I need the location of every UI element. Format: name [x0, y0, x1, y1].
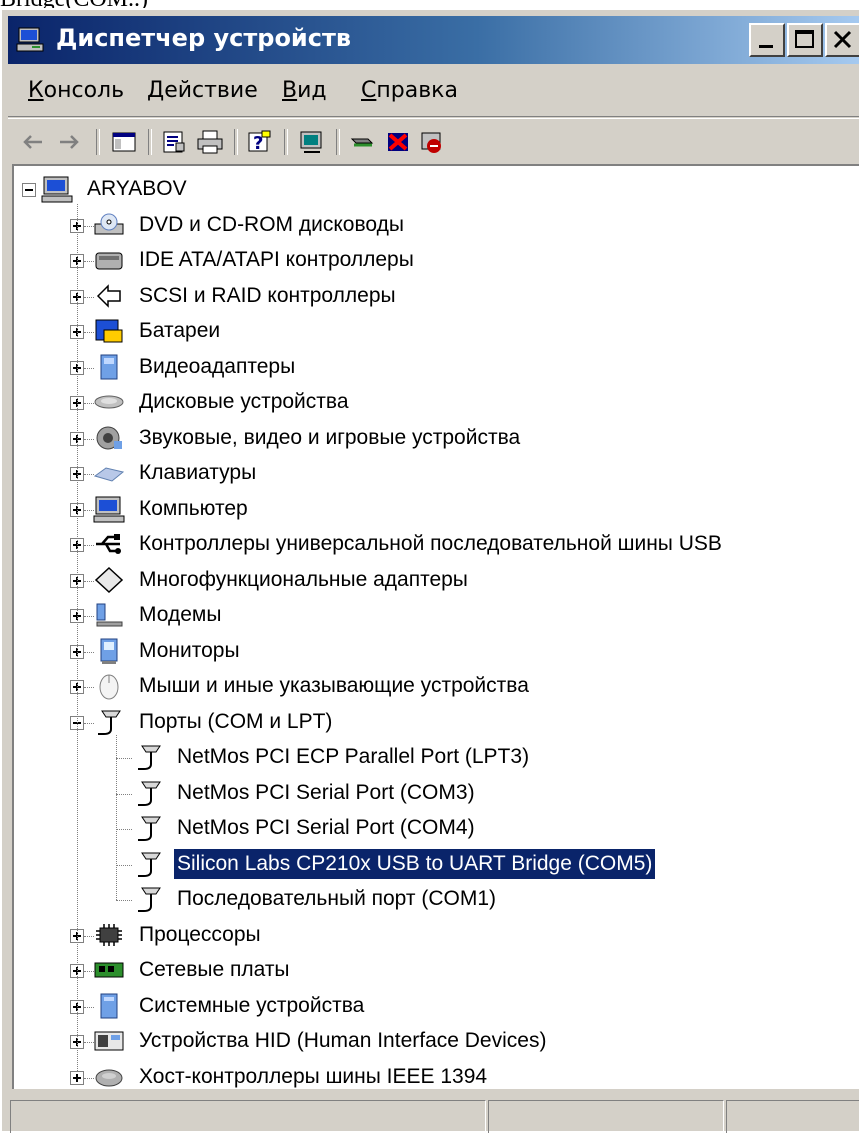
keyboard-icon	[92, 458, 126, 488]
device-manager-icon	[16, 26, 46, 54]
category-expander[interactable]	[70, 1070, 84, 1085]
usb-icon	[92, 529, 126, 559]
tree-category-item[interactable]: Батареи	[136, 316, 223, 346]
cdrom-icon	[92, 210, 126, 240]
tree-line	[116, 734, 117, 900]
forward-arrow-icon[interactable]	[54, 127, 86, 157]
status-bar	[8, 1096, 859, 1133]
window-title: Диспетчер устройств	[56, 24, 352, 52]
help-icon[interactable]: ?	[244, 127, 276, 157]
multifunction-icon	[92, 565, 126, 595]
scan-hardware-icon[interactable]	[296, 127, 328, 157]
port-icon	[132, 813, 166, 843]
update-driver-icon[interactable]	[348, 127, 380, 157]
top-cut-text: Bridge(COM..)	[0, 0, 148, 8]
tree-category-item[interactable]: Контроллеры универсальной последовательн…	[136, 529, 725, 559]
network-card-icon	[92, 955, 126, 985]
port-icon	[132, 884, 166, 914]
tree-category-item[interactable]: Клавиатуры	[136, 458, 259, 488]
tree-category-item[interactable]: Компьютер	[136, 494, 251, 524]
uninstall-device-icon[interactable]	[416, 127, 448, 157]
device-tree[interactable]: ARYABOV DVD и CD-ROM дисководы IDE ATA/ATA…	[12, 164, 859, 1089]
modem-icon	[92, 600, 126, 630]
display-adapter-icon	[92, 352, 126, 382]
tree-category-item[interactable]: Дисковые устройства	[136, 387, 352, 417]
hid-icon	[92, 1026, 126, 1056]
console-tree-icon[interactable]	[108, 127, 140, 157]
disable-device-icon[interactable]	[382, 127, 414, 157]
tree-category-item[interactable]: Хост-контроллеры шины IEEE 1394	[136, 1062, 490, 1092]
battery-icon	[92, 316, 126, 346]
tree-line	[116, 829, 132, 830]
maximize-button[interactable]	[787, 23, 823, 57]
scsi-icon	[92, 281, 126, 311]
tree-category-item[interactable]: Устройства HID (Human Interface Devices)	[136, 1026, 549, 1056]
device-manager-window: Диспетчер устройств Консоль Действие Вид…	[0, 8, 859, 1133]
tree-line	[77, 204, 78, 1071]
minimize-button[interactable]	[749, 23, 785, 57]
tree-port-item[interactable]: NetMos PCI Serial Port (COM4)	[174, 813, 478, 843]
tree-category-item[interactable]: IDE ATA/ATAPI контроллеры	[136, 245, 417, 275]
port-icon	[132, 778, 166, 808]
tree-category-item[interactable]: Сетевые платы	[136, 955, 293, 985]
tree-port-item[interactable]: NetMos PCI Serial Port (COM3)	[174, 778, 478, 808]
print-icon[interactable]	[194, 127, 226, 157]
tree-category-item[interactable]: DVD и CD-ROM дисководы	[136, 210, 407, 240]
maximize-icon	[795, 30, 814, 48]
tree-line	[116, 864, 132, 866]
tree-line	[116, 900, 132, 901]
minimize-icon	[759, 45, 773, 48]
computer-icon	[40, 174, 74, 204]
disk-drive-icon	[92, 387, 126, 417]
ieee1394-icon	[92, 1062, 126, 1092]
processor-icon	[92, 920, 126, 950]
menu-bar: Консоль Действие Вид Справка	[8, 70, 859, 117]
tree-line	[116, 758, 132, 759]
tree-category-item[interactable]: Модемы	[136, 600, 224, 630]
tree-port-item[interactable]: Последовательный порт (COM1)	[174, 884, 499, 914]
status-panel	[726, 1100, 859, 1133]
mouse-icon	[92, 671, 126, 701]
port-icon	[132, 742, 166, 772]
status-panel	[10, 1100, 486, 1133]
menu-view[interactable]: Вид	[282, 78, 327, 103]
tree-category-item[interactable]: Многофункциональные адаптеры	[136, 565, 471, 595]
back-arrow-icon[interactable]	[16, 127, 48, 157]
tree-category-item[interactable]: Порты (COM и LPT)	[136, 707, 335, 737]
port-icon	[92, 707, 126, 737]
toolbar-separator	[336, 129, 340, 155]
toolbar-separator	[234, 129, 238, 155]
computer-icon	[92, 494, 126, 524]
toolbar-separator	[148, 129, 152, 155]
tree-category-item[interactable]: Мониторы	[136, 636, 243, 666]
sound-icon	[92, 423, 126, 453]
monitor-icon	[92, 636, 126, 666]
root-collapse-expander[interactable]	[22, 183, 36, 197]
status-panel	[488, 1100, 724, 1133]
tree-port-item-selected[interactable]: Silicon Labs CP210x USB to UART Bridge (…	[172, 847, 657, 880]
tree-port-item[interactable]: NetMos PCI ECP Parallel Port (LPT3)	[174, 742, 532, 772]
ide-controller-icon	[92, 245, 126, 275]
port-icon	[132, 849, 166, 879]
tree-category-item[interactable]: Видеоадаптеры	[136, 352, 298, 382]
close-button[interactable]	[825, 23, 859, 57]
tree-category-item[interactable]: SCSI и RAID контроллеры	[136, 281, 399, 311]
tree-category-item[interactable]: Мыши и иные указывающие устройства	[136, 671, 532, 701]
toolbar-separator	[96, 129, 100, 155]
tree-category-item[interactable]: Звуковые, видео и игровые устройства	[136, 423, 523, 453]
properties-icon[interactable]	[158, 127, 190, 157]
menu-help[interactable]: Справка	[361, 78, 458, 103]
top-cut-caption: Bridge(COM..)	[0, 0, 859, 8]
tree-root-computer[interactable]: ARYABOV	[84, 174, 190, 204]
menu-action[interactable]: Действие	[147, 78, 258, 103]
tree-category-item[interactable]: Системные устройства	[136, 991, 367, 1021]
tree-line	[116, 793, 132, 795]
system-device-icon	[92, 991, 126, 1021]
tree-category-item[interactable]: Процессоры	[136, 920, 264, 950]
menu-console[interactable]: Консоль	[28, 78, 124, 103]
title-bar[interactable]: Диспетчер устройств	[8, 16, 859, 64]
close-icon	[833, 30, 852, 49]
toolbar: ?	[8, 118, 859, 165]
toolbar-separator	[284, 129, 288, 155]
